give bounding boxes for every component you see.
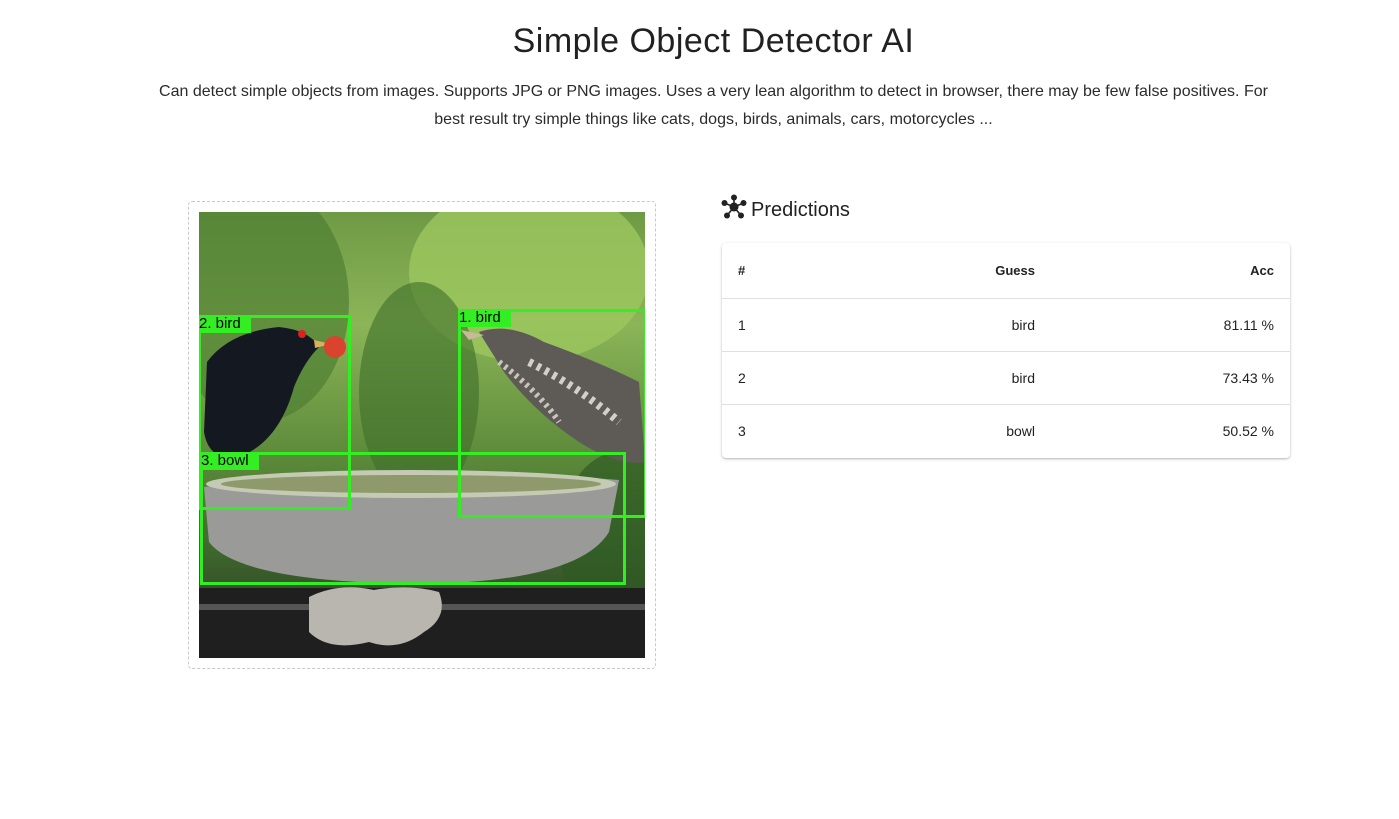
column-header-num: # (722, 243, 842, 299)
hub-icon (721, 194, 747, 219)
detection-label-3: 3. bowl (200, 452, 259, 470)
table-row: 2 bird 73.43 % (722, 351, 1290, 405)
detection-label-2: 2. bird (199, 315, 251, 333)
row-num: 3 (738, 422, 746, 439)
row-acc: 50.52 % (1222, 422, 1274, 439)
image-drop-zone[interactable]: 1. bird 2. bird 3. bowl (188, 201, 656, 669)
row-num: 1 (722, 298, 842, 352)
predictions-header: Predictions (721, 192, 850, 222)
row-guess: bird (842, 298, 1035, 352)
column-header-guess: Guess (842, 243, 1035, 299)
detection-label-1: 1. bird (458, 309, 511, 327)
column-header-acc: Acc (1035, 243, 1290, 299)
page-title: Simple Object Detector AI (512, 22, 915, 60)
row-acc: 73.43 % (1035, 351, 1290, 405)
predictions-table-card: # Guess Acc 1 bird 81.11 % 2 bird 73.43 … (722, 243, 1290, 458)
table-header-row: # Guess Acc (722, 243, 1290, 299)
row-guess: bird (842, 351, 1035, 405)
predictions-title: Predictions (751, 198, 850, 221)
table-row: 3 bowl 50.52 % (722, 404, 1290, 457)
uploaded-image: 1. bird 2. bird 3. bowl (199, 212, 645, 658)
row-num: 2 (722, 351, 842, 405)
detection-box-bowl-3 (200, 452, 626, 585)
row-acc: 81.11 % (1035, 298, 1290, 352)
row-guess: bowl (1006, 422, 1035, 439)
predictions-table: # Guess Acc 1 bird 81.11 % 2 bird 73.43 … (722, 243, 1290, 457)
page-description: Can detect simple objects from images. S… (159, 83, 1268, 128)
table-row: 1 bird 81.11 % (722, 298, 1290, 352)
